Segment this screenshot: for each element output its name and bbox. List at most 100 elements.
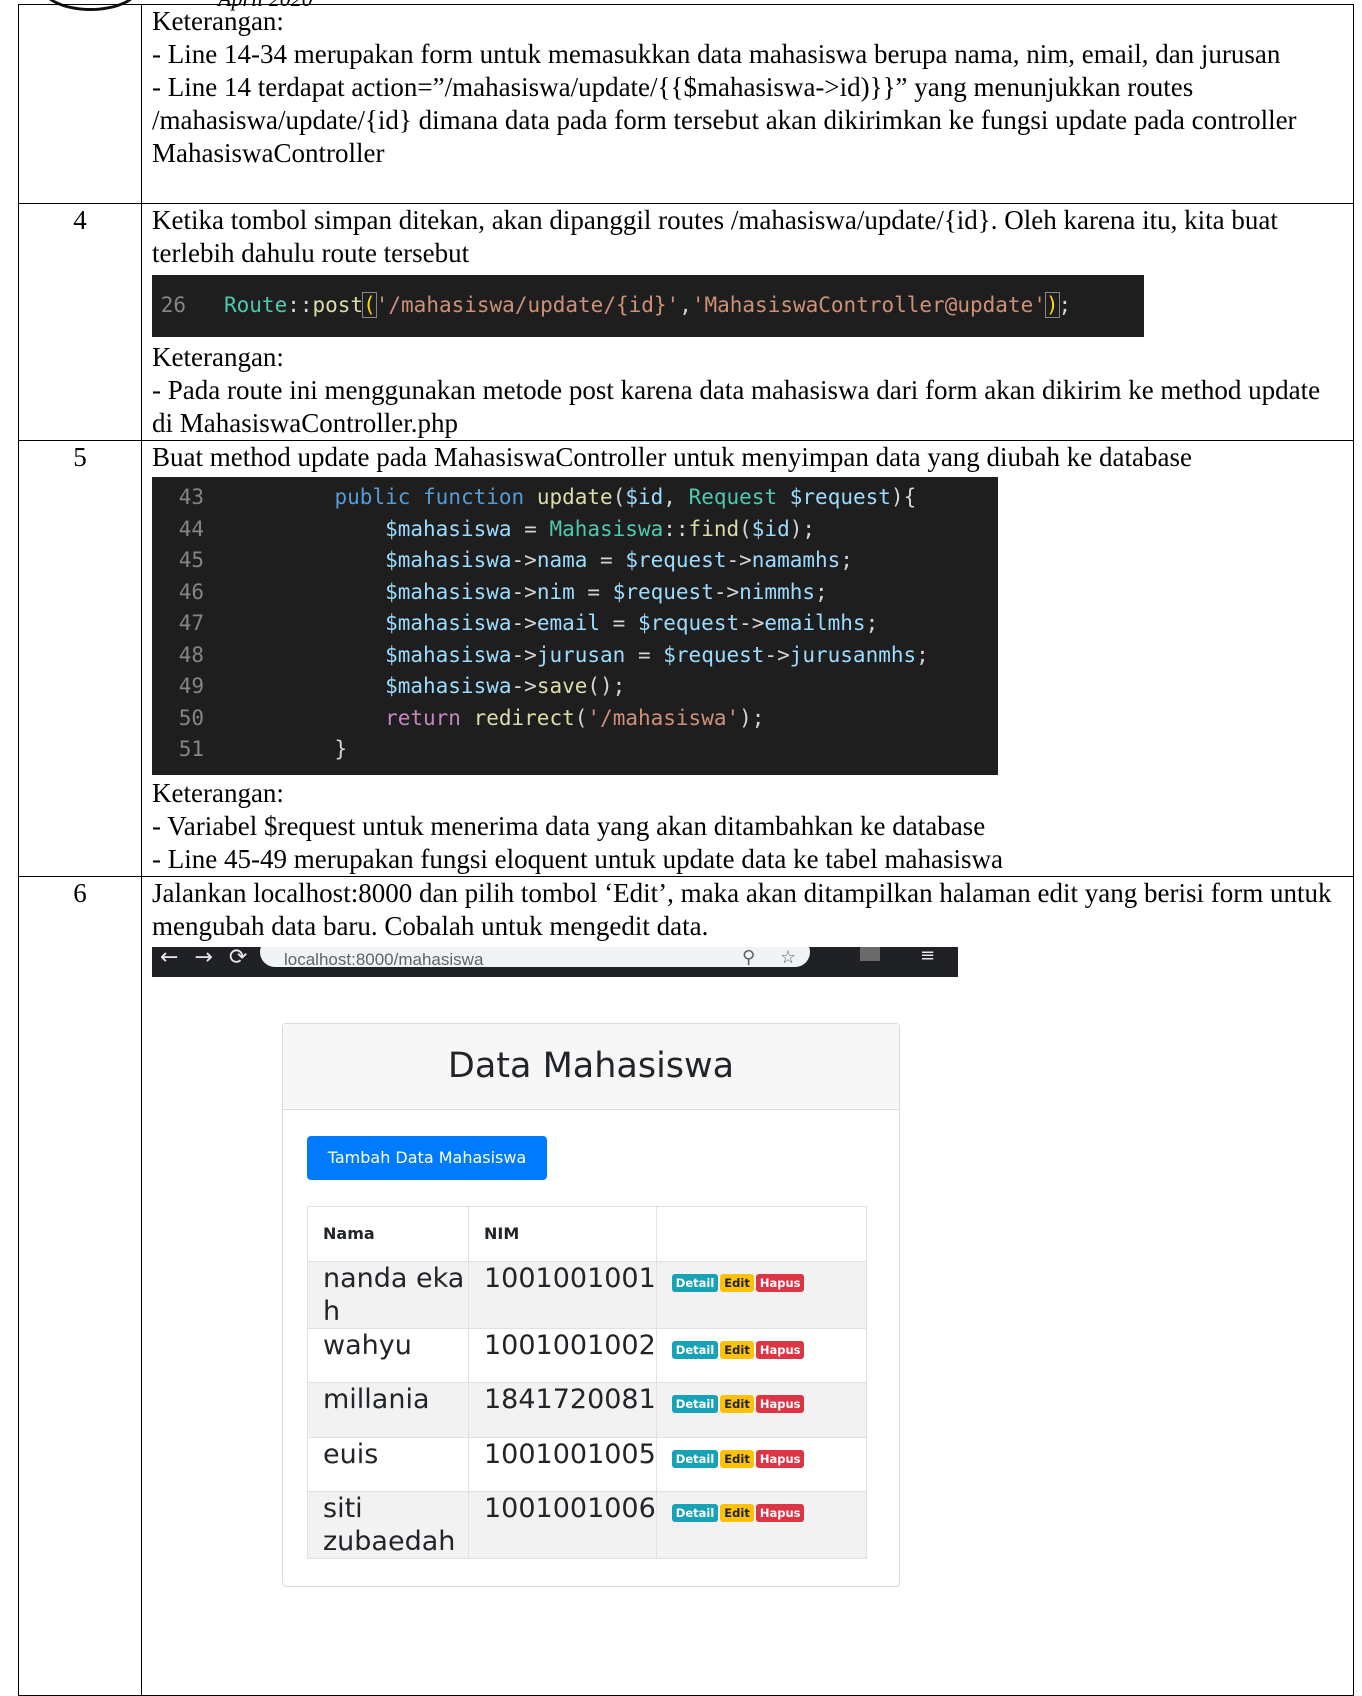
- add-student-button[interactable]: Tambah Data Mahasiswa: [307, 1136, 547, 1180]
- code-token: ;: [1058, 293, 1072, 317]
- code-token: 'MahasiswaController@update': [691, 293, 1046, 317]
- column-header: Nama: [307, 1206, 469, 1262]
- code-token: ,: [679, 293, 692, 317]
- code-token: );: [789, 516, 816, 541]
- code-token: $mahasiswa: [385, 548, 512, 572]
- document-table: Keterangan: - Line 14-34 merupakan form …: [18, 4, 1354, 1696]
- code-token: email: [536, 611, 601, 635]
- edit-button[interactable]: Edit: [720, 1449, 754, 1468]
- nav-arrows-icon[interactable]: ←→⟳: [160, 947, 263, 969]
- menu-icon[interactable]: ≡: [920, 947, 935, 972]
- code-token: (: [362, 292, 377, 318]
- table-row: 5 Buat method update pada MahasiswaContr…: [18, 440, 1354, 877]
- detail-button[interactable]: Detail: [671, 1504, 719, 1523]
- code-token: $request: [637, 611, 740, 635]
- action-cell: Detail Edit Hapus: [655, 1382, 868, 1438]
- code-token: update: [536, 485, 613, 509]
- code-token: =: [625, 642, 664, 667]
- code-token: '/mahasiswa/update/{id}': [375, 293, 680, 317]
- action-cell: Detail Edit Hapus: [655, 1260, 868, 1329]
- zoom-icon[interactable]: ⚲: [742, 947, 755, 974]
- code-token: =: [574, 579, 613, 604]
- code-token: ;: [815, 579, 828, 604]
- code-token: jurusan: [536, 642, 626, 667]
- table-row: nanda eka h 1001001001 Detail Edit Hapus: [307, 1260, 868, 1329]
- action-cell: Detail Edit Hapus: [655, 1491, 868, 1560]
- student-nim: 1841720081: [468, 1382, 657, 1438]
- student-table: Nama NIM nanda eka h 1001001001 Detail Ed…: [307, 1206, 868, 1560]
- code-token: ::: [287, 293, 313, 317]
- code-token: $request: [789, 485, 891, 509]
- detail-button[interactable]: Detail: [671, 1395, 719, 1414]
- delete-button[interactable]: Hapus: [755, 1504, 805, 1523]
- student-name: millania: [307, 1382, 469, 1438]
- code-token: $mahasiswa: [385, 611, 512, 635]
- route-code-snippet: 26 Route::post('/mahasiswa/update/{id}','…: [152, 275, 1144, 337]
- detail-button[interactable]: Detail: [671, 1273, 719, 1292]
- code-token: =: [511, 516, 550, 541]
- keterangan-line: - Variabel $request untuk menerima data …: [152, 811, 986, 841]
- update-method-code-snippet: 43 public function update($id, Request $…: [152, 477, 998, 775]
- code-token: Request: [688, 485, 778, 509]
- delete-button[interactable]: Hapus: [755, 1273, 805, 1292]
- step-content: Ketika tombol simpan ditekan, akan dipan…: [141, 203, 1354, 441]
- keterangan-label: Keterangan:: [152, 778, 284, 808]
- step-content: Buat method update pada MahasiswaControl…: [141, 440, 1354, 877]
- browser-toolbar: ←→⟳ localhost:8000/mahasiswa ⚲ ☆ ≡: [152, 947, 958, 977]
- step-number: 6: [18, 876, 142, 1696]
- extension-icon[interactable]: [860, 947, 880, 961]
- keterangan-line: - Line 45-49 merupakan fungsi eloquent u…: [152, 844, 1003, 874]
- code-line-number: 44: [178, 516, 204, 541]
- table-row: siti zubaedah 1001001006 Detail Edit Hapus: [307, 1491, 868, 1560]
- keterangan-label: Keterangan:: [152, 342, 284, 372]
- code-token: $mahasiswa: [385, 579, 512, 604]
- student-name: nanda eka h: [307, 1260, 469, 1329]
- code-token: ): [1044, 292, 1060, 318]
- edit-button[interactable]: Edit: [720, 1273, 754, 1292]
- code-token: (: [574, 705, 588, 730]
- code-token: ();: [587, 674, 626, 698]
- delete-button[interactable]: Hapus: [755, 1449, 805, 1468]
- code-token: $request: [612, 579, 714, 604]
- address-url: localhost:8000/mahasiswa: [284, 950, 484, 969]
- delete-button[interactable]: Hapus: [755, 1395, 805, 1414]
- delete-button[interactable]: Hapus: [755, 1340, 805, 1359]
- code-line-number: 26: [160, 293, 186, 317]
- student-nim: 1001001001: [468, 1260, 657, 1329]
- student-nim: 1001001005: [468, 1436, 657, 1493]
- action-cell: Detail Edit Hapus: [655, 1327, 868, 1384]
- code-token: $mahasiswa: [385, 642, 512, 667]
- code-token: $mahasiswa: [385, 674, 512, 698]
- code-token: =: [600, 611, 638, 635]
- step-number: 4: [18, 203, 142, 441]
- code-line-number: 43: [178, 485, 204, 509]
- code-line-number: 49: [178, 674, 204, 698]
- code-token: ->: [739, 611, 765, 635]
- code-token: Mahasiswa: [549, 516, 664, 541]
- code-token: function: [423, 485, 525, 509]
- code-token: ->: [511, 642, 537, 667]
- mahasiswa-card: Data Mahasiswa Tambah Data Mahasiswa Nam…: [282, 1023, 900, 1587]
- code-token: $id: [751, 516, 790, 541]
- table-row: Keterangan: - Line 14-34 merupakan form …: [18, 4, 1354, 204]
- edit-button[interactable]: Edit: [720, 1395, 754, 1414]
- code-token: return: [385, 705, 461, 730]
- table-row: wahyu 1001001002 Detail Edit Hapus: [307, 1327, 868, 1384]
- table-row: millania 1841720081 Detail Edit Hapus: [307, 1382, 868, 1438]
- code-token: jurusanmhs: [789, 642, 917, 667]
- code-token: ->: [764, 642, 790, 667]
- edit-button[interactable]: Edit: [720, 1340, 754, 1359]
- code-token: '/mahasiswa': [587, 705, 740, 730]
- code-line-number: 46: [178, 579, 204, 604]
- step-number: 5: [18, 440, 142, 877]
- code-token: ){: [890, 485, 917, 509]
- card-title: Data Mahasiswa: [283, 1024, 899, 1110]
- detail-button[interactable]: Detail: [671, 1449, 719, 1468]
- code-token: $request: [663, 642, 765, 667]
- detail-button[interactable]: Detail: [671, 1340, 719, 1359]
- student-nim: 1001001006: [468, 1491, 657, 1560]
- edit-button[interactable]: Edit: [720, 1504, 754, 1523]
- star-icon[interactable]: ☆: [780, 947, 796, 974]
